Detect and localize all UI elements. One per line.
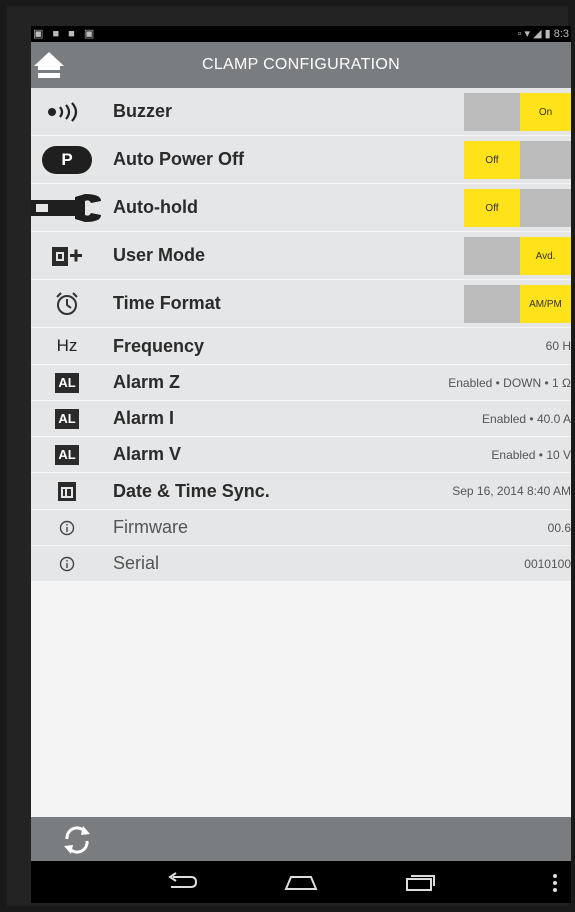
sound-icon bbox=[31, 88, 103, 135]
date-time-sync-label: Date & Time Sync. bbox=[113, 480, 270, 501]
alarm-i-row[interactable]: AL Alarm I Enabled • 40.0 A bbox=[31, 401, 571, 437]
auto-hold-toggle-on[interactable] bbox=[520, 189, 571, 227]
firmware-row: Firmware 00.6 bbox=[31, 510, 571, 546]
serial-row: Serial 0010100 bbox=[31, 546, 571, 582]
device-frame: ▣ ■ ■ ▣ ▫ ▾ ◢ ▮ 8:3 CLAMP CONFIGURATION … bbox=[7, 6, 571, 906]
firmware-label: Firmware bbox=[113, 517, 188, 537]
alarm-icon: AL bbox=[31, 437, 103, 472]
settings-list: Buzzer On P Auto Power Off Off Auto-hold… bbox=[31, 88, 571, 582]
auto-power-off-row: P Auto Power Off Off bbox=[31, 136, 571, 184]
status-system: ▫ ▾ ◢ ▮ 8:3 bbox=[517, 28, 569, 40]
hz-icon: Hz bbox=[56, 336, 78, 355]
buzzer-toggle-off[interactable] bbox=[464, 93, 520, 131]
time-format-toggle-off[interactable] bbox=[464, 285, 520, 323]
status-notifications: ▣ ■ ■ ▣ bbox=[33, 28, 98, 40]
alarm-clock-icon bbox=[31, 280, 103, 327]
home-nav-icon[interactable] bbox=[283, 871, 319, 893]
info-icon bbox=[31, 546, 103, 581]
back-icon[interactable] bbox=[165, 871, 199, 893]
alarm-i-value: Enabled • 40.0 A bbox=[482, 411, 571, 426]
auto-power-off-toggle-off[interactable]: Off bbox=[464, 141, 520, 179]
frequency-label: Frequency bbox=[113, 335, 205, 356]
status-bar: ▣ ■ ■ ▣ ▫ ▾ ◢ ▮ 8:3 bbox=[31, 26, 571, 42]
title-bar: CLAMP CONFIGURATION bbox=[31, 42, 571, 88]
alarm-z-value: Enabled • DOWN • 1 Ω bbox=[448, 375, 571, 390]
info-icon bbox=[31, 510, 103, 545]
user-mode-toggle-off[interactable] bbox=[464, 237, 520, 275]
buzzer-label: Buzzer bbox=[113, 101, 173, 121]
buzzer-row: Buzzer On bbox=[31, 88, 571, 136]
alarm-z-label: Alarm Z bbox=[113, 372, 181, 392]
firmware-value: 00.6 bbox=[547, 520, 571, 535]
screen: ▣ ■ ■ ▣ ▫ ▾ ◢ ▮ 8:3 CLAMP CONFIGURATION … bbox=[31, 26, 571, 903]
android-nav-bar bbox=[31, 861, 571, 903]
frequency-row[interactable]: Hz Frequency 60 H bbox=[31, 328, 571, 365]
auto-hold-toggle[interactable]: Off bbox=[464, 189, 571, 227]
alarm-v-value: Enabled • 10 V bbox=[491, 447, 571, 462]
calendar-icon bbox=[31, 473, 103, 509]
alarm-v-label: Alarm V bbox=[113, 444, 182, 464]
clamp-meter-icon bbox=[31, 184, 103, 231]
time-format-toggle-on[interactable]: AM/PM bbox=[520, 285, 571, 323]
power-icon: P bbox=[31, 136, 103, 183]
user-mode-icon bbox=[31, 232, 103, 279]
user-mode-toggle-on[interactable]: Avd. bbox=[520, 237, 571, 275]
auto-hold-toggle-off[interactable]: Off bbox=[464, 189, 520, 227]
alarm-icon: AL bbox=[31, 401, 103, 436]
serial-label: Serial bbox=[113, 553, 160, 573]
user-mode-row: User Mode Avd. bbox=[31, 232, 571, 280]
alarm-z-row[interactable]: AL Alarm Z Enabled • DOWN • 1 Ω bbox=[31, 365, 571, 401]
user-mode-toggle[interactable]: Avd. bbox=[464, 237, 571, 275]
bottom-toolbar bbox=[31, 817, 571, 861]
buzzer-toggle[interactable]: On bbox=[464, 93, 571, 131]
auto-hold-label: Auto-hold bbox=[113, 197, 198, 217]
time-format-row: Time Format AM/PM bbox=[31, 280, 571, 328]
auto-hold-row: Auto-hold Off bbox=[31, 184, 571, 232]
auto-power-off-toggle-on[interactable] bbox=[520, 141, 571, 179]
alarm-icon: AL bbox=[31, 365, 103, 400]
frequency-value: 60 H bbox=[545, 339, 571, 353]
serial-value: 0010100 bbox=[524, 556, 571, 571]
page-title: CLAMP CONFIGURATION bbox=[201, 56, 400, 73]
alarm-i-label: Alarm I bbox=[113, 408, 175, 428]
refresh-icon[interactable] bbox=[59, 822, 95, 858]
overflow-menu-icon[interactable] bbox=[551, 873, 559, 893]
date-time-sync-row[interactable]: Date & Time Sync. Sep 16, 2014 8:40 AM bbox=[31, 473, 571, 510]
alarm-v-row[interactable]: AL Alarm V Enabled • 10 V bbox=[31, 437, 571, 473]
auto-power-off-toggle[interactable]: Off bbox=[464, 141, 571, 179]
user-mode-label: User Mode bbox=[113, 245, 206, 265]
date-time-sync-value: Sep 16, 2014 8:40 AM bbox=[452, 484, 571, 498]
auto-power-off-label: Auto Power Off bbox=[113, 149, 244, 169]
buzzer-toggle-on[interactable]: On bbox=[520, 93, 571, 131]
time-format-toggle[interactable]: AM/PM bbox=[464, 285, 571, 323]
recent-apps-icon[interactable] bbox=[403, 871, 437, 893]
time-format-label: Time Format bbox=[113, 293, 221, 313]
